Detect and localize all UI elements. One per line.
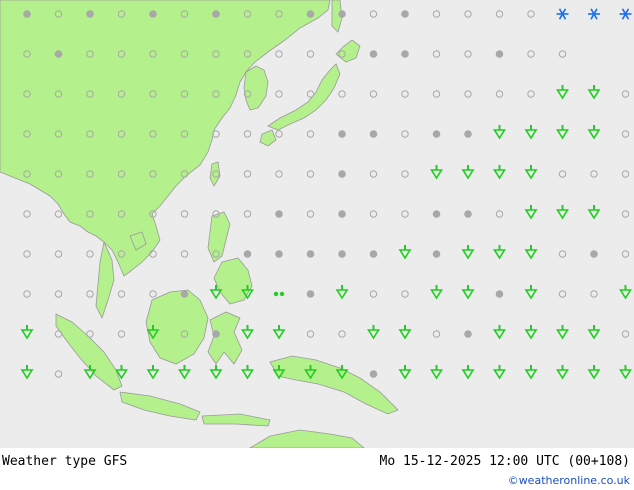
cloud-dot — [369, 250, 378, 258]
cloud-dot — [495, 50, 504, 58]
cloud-dot — [149, 10, 157, 18]
cloud-dot — [464, 130, 472, 138]
cloud-dot — [306, 250, 315, 258]
cloud-dot — [590, 250, 598, 258]
valid-time-label: Mo 15-12-2025 12:00 UTC (00+108) — [379, 454, 630, 469]
map-model-label: Weather type GFS — [2, 454, 128, 469]
cloud-dot — [212, 10, 220, 18]
cloud-dot — [306, 290, 315, 298]
cloud-dot — [369, 50, 378, 58]
cloud-dot — [338, 250, 346, 258]
cloud-dot — [401, 50, 409, 58]
cloud-dot — [369, 130, 378, 138]
cloud-dot — [464, 330, 472, 338]
cloud-dot — [275, 210, 283, 218]
cloud-dot — [338, 210, 346, 218]
cloud-dot — [338, 130, 346, 138]
weather-map — [0, 0, 634, 448]
cloud-dot — [432, 210, 441, 218]
cloud-dot — [23, 10, 31, 18]
cloud-dot — [401, 10, 409, 18]
cloud-dot — [243, 250, 252, 258]
cloud-dot — [432, 250, 441, 258]
cloud-dot — [464, 210, 472, 218]
cloud-dot — [180, 290, 189, 298]
cloud-dot — [306, 10, 315, 18]
cloud-dot — [338, 10, 346, 18]
footer-bar: Weather type GFS Mo 15-12-2025 12:00 UTC… — [0, 448, 634, 490]
cloud-dot — [212, 330, 220, 338]
cloud-dot — [54, 50, 63, 58]
cloud-dot — [86, 10, 94, 18]
cloud-dot — [432, 130, 441, 138]
cloud-dot — [369, 370, 378, 378]
credit-link[interactable]: ©weatheronline.co.uk — [508, 474, 630, 487]
cloud-dot — [275, 250, 283, 258]
cloud-dot — [495, 290, 504, 298]
cloud-dot — [338, 170, 346, 178]
